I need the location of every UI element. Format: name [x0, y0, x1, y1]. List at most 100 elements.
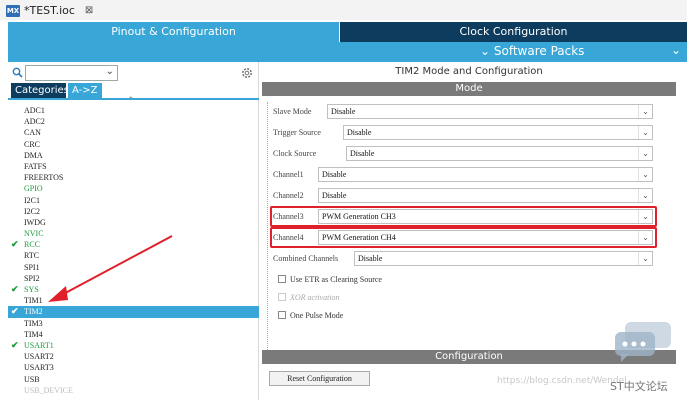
peripheral-item[interactable]: FREERTOS: [8, 172, 259, 183]
peripheral-item[interactable]: USART2: [8, 351, 259, 362]
peripheral-label: CRC: [24, 139, 41, 149]
peripheral-item[interactable]: ✔ USART1: [8, 340, 259, 351]
chevron-down-icon[interactable]: ⌄: [638, 147, 652, 160]
main-tabs: Pinout & Configuration Clock Configurati…: [8, 22, 687, 42]
peripheral-label: FREERTOS: [24, 173, 64, 183]
close-tab-icon[interactable]: ⊠: [85, 5, 93, 16]
field-label: Combined Channels: [273, 251, 338, 266]
check-icon: ✔: [11, 239, 19, 250]
field-select[interactable]: Disable ⌄: [354, 251, 653, 266]
option-checkbox-row[interactable]: One Pulse Mode: [278, 309, 343, 321]
chevron-down-icon[interactable]: ⌄: [638, 252, 652, 265]
field-label-text: Combined Channels: [273, 254, 339, 263]
search-input[interactable]: ⌄: [25, 65, 118, 81]
search-icon: [12, 67, 23, 78]
field-select-value: Disable: [350, 149, 375, 158]
tab-a-to-z[interactable]: A->Z: [68, 83, 102, 98]
reset-configuration-button[interactable]: Reset Configuration: [269, 371, 370, 386]
peripheral-label: USART3: [24, 363, 54, 373]
chevron-down-icon[interactable]: ⌄: [106, 66, 114, 77]
peripheral-item[interactable]: USART3: [8, 362, 259, 373]
software-packs-bar: ⌄ Software Packs ⌄: [8, 42, 687, 62]
field-label: Channel1: [273, 167, 304, 182]
peripheral-label: TIM3: [24, 318, 43, 328]
red-highlight-box: [270, 227, 657, 248]
tab-pinout-configuration[interactable]: Pinout & Configuration: [8, 22, 339, 42]
field-select-value: Disable: [347, 128, 372, 137]
peripheral-item[interactable]: CAN: [8, 127, 259, 138]
checkbox: [278, 293, 286, 301]
peripheral-item[interactable]: I2C1: [8, 195, 259, 206]
panel-title: TIM2 Mode and Configuration: [395, 66, 543, 77]
field-label: Clock Source: [273, 146, 316, 161]
checkbox[interactable]: [278, 275, 286, 283]
peripheral-item[interactable]: GPIO: [8, 183, 259, 194]
peripheral-label: FATFS: [24, 161, 47, 171]
software-packs-menu[interactable]: ⌄ Software Packs: [480, 44, 584, 58]
checkbox[interactable]: [278, 311, 286, 319]
peripheral-item[interactable]: ADC1: [8, 105, 259, 116]
peripheral-item[interactable]: TIM4: [8, 329, 259, 340]
field-select-value: Disable: [331, 107, 356, 116]
field-select[interactable]: Disable ⌄: [318, 167, 653, 182]
cubemx-file-icon: MX: [6, 4, 20, 17]
check-icon: ✔: [11, 306, 19, 317]
file-tab[interactable]: MX *TEST.ioc ⊠: [6, 3, 93, 18]
peripheral-label: GPIO: [24, 184, 43, 194]
peripheral-item[interactable]: USB_DEVICE: [8, 385, 259, 396]
peripheral-item[interactable]: ✔ TIM2: [8, 306, 259, 318]
chevron-down-icon[interactable]: ⌄: [671, 43, 681, 57]
chevron-down-icon[interactable]: ⌄: [638, 189, 652, 202]
checkbox-label: One Pulse Mode: [290, 310, 344, 320]
peripheral-label: I2C2: [24, 206, 40, 216]
field-select-value: Disable: [322, 170, 347, 179]
field-select[interactable]: Disable ⌄: [346, 146, 653, 161]
peripheral-item[interactable]: DMA: [8, 150, 259, 161]
gear-icon[interactable]: [240, 66, 254, 80]
peripheral-item[interactable]: CRC: [8, 139, 259, 150]
peripheral-label: RTC: [24, 251, 40, 261]
peripheral-label: SPI1: [24, 262, 40, 272]
peripheral-item[interactable]: IWDG: [8, 217, 259, 228]
peripheral-item[interactable]: USB: [8, 374, 259, 385]
mode-section-header: Mode: [262, 82, 676, 96]
editor-tab-bar: MX *TEST.ioc ⊠: [0, 0, 687, 20]
field-label: Slave Mode: [273, 104, 311, 119]
check-icon: ✔: [11, 284, 19, 294]
checkbox-label: XOR activation: [290, 292, 340, 302]
red-arrow-annotation: [48, 235, 173, 302]
peripheral-item[interactable]: FATFS: [8, 161, 259, 172]
field-label: Trigger Source: [273, 125, 321, 140]
field-select[interactable]: Disable ⌄: [318, 188, 653, 203]
peripheral-label: USB: [24, 374, 40, 384]
chevron-down-icon[interactable]: ⌄: [638, 126, 652, 139]
peripheral-item[interactable]: TIM3: [8, 318, 259, 329]
peripheral-label: DMA: [24, 150, 43, 160]
field-select[interactable]: Disable ⌄: [327, 104, 653, 119]
chevron-down-icon[interactable]: ⌄: [638, 105, 652, 118]
field-select-value: Disable: [358, 254, 383, 263]
peripheral-item[interactable]: I2C2: [8, 206, 259, 217]
tab-clock-configuration[interactable]: Clock Configuration: [340, 22, 687, 42]
peripheral-label: SPI2: [24, 273, 40, 283]
peripheral-label: ADC1: [24, 106, 45, 115]
tab-categories[interactable]: Categories: [11, 83, 69, 98]
search-row: ⌄: [8, 64, 259, 82]
peripheral-label: TIM2: [24, 307, 43, 317]
peripheral-label: SYS: [24, 285, 39, 294]
option-checkbox-row: XOR activation: [278, 291, 340, 303]
field-label-text: Slave Mode: [273, 107, 312, 116]
field-select[interactable]: Disable ⌄: [343, 125, 653, 140]
field-label: Channel2: [273, 188, 304, 203]
peripheral-label: ADC2: [24, 117, 45, 127]
chevron-down-icon[interactable]: ⌄: [638, 168, 652, 181]
check-icon: ✔: [11, 339, 19, 350]
field-select-value: Disable: [322, 191, 347, 200]
field-label-text: Channel1: [273, 170, 304, 179]
field-label-text: Channel2: [273, 191, 304, 200]
peripheral-label: TIM4: [24, 329, 43, 339]
watermark-url: https://blog.csdn.net/Wendel: [497, 376, 627, 386]
option-checkbox-row[interactable]: Use ETR as Clearing Source: [278, 273, 382, 285]
peripheral-label: IWDG: [24, 217, 46, 227]
peripheral-item[interactable]: ADC2: [8, 116, 259, 127]
